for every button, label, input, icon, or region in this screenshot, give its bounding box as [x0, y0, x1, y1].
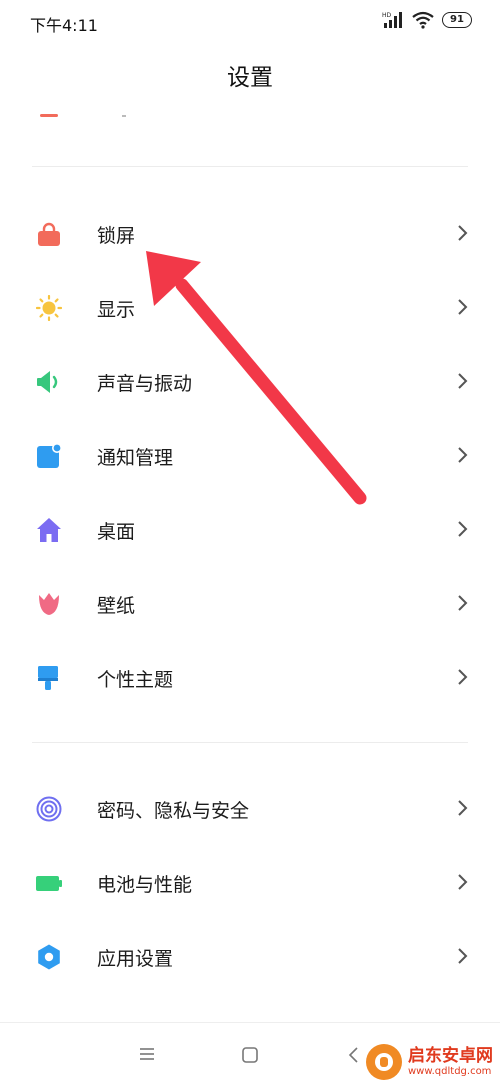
annotation-arrow: [146, 251, 367, 505]
watermark-url: www.qdltdg.com: [408, 1066, 492, 1077]
menu-icon[interactable]: [138, 1047, 156, 1061]
site-watermark: 启东安卓网 www.qdltdg.com: [366, 1044, 493, 1080]
home-nav-icon[interactable]: [241, 1046, 259, 1064]
back-icon[interactable]: [347, 1046, 361, 1064]
watermark-title: 启东安卓网: [408, 1046, 493, 1066]
watermark-logo-icon: [366, 1044, 402, 1080]
